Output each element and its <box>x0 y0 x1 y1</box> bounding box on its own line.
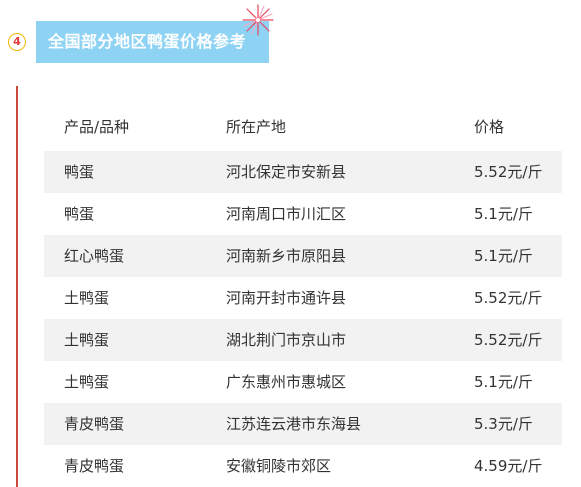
cell-product: 青皮鸭蛋 <box>64 415 125 433</box>
firework-icon <box>242 4 274 36</box>
section-title-box: 全国部分地区鸭蛋价格参考 <box>36 21 269 63</box>
table-row: 青皮鸭蛋 江苏连云港市东海县 5.3元/斤 <box>44 403 562 445</box>
table-header-row: 产品/品种 所在产地 价格 <box>44 107 562 151</box>
section-title: 全国部分地区鸭蛋价格参考 <box>48 32 247 51</box>
table-row: 鸭蛋 河南周口市川汇区 5.1元/斤 <box>44 193 562 235</box>
cell-origin: 湖北荆门市京山市 <box>226 331 347 349</box>
price-table: 产品/品种 所在产地 价格 鸭蛋 河北保定市安新县 5.52元/斤 鸭蛋 河南周… <box>44 107 562 487</box>
cell-price: 5.52元/斤 <box>474 163 543 181</box>
cell-price: 5.3元/斤 <box>474 415 533 433</box>
cell-origin: 河南新乡市原阳县 <box>226 247 347 265</box>
cell-origin: 广东惠州市惠城区 <box>226 373 347 391</box>
header-origin: 所在产地 <box>226 118 287 136</box>
cell-price: 5.52元/斤 <box>474 289 543 307</box>
cell-price: 5.1元/斤 <box>474 247 533 265</box>
cell-product: 鸭蛋 <box>64 205 95 223</box>
cell-origin: 河南周口市川汇区 <box>226 205 347 223</box>
table-row: 红心鸭蛋 河南新乡市原阳县 5.1元/斤 <box>44 235 562 277</box>
cell-product: 土鸭蛋 <box>64 289 110 307</box>
header-price: 价格 <box>474 118 505 136</box>
cell-product: 红心鸭蛋 <box>64 247 125 265</box>
accent-vertical-line <box>16 86 18 487</box>
cell-price: 5.1元/斤 <box>474 205 533 223</box>
table-row: 青皮鸭蛋 安徽铜陵市郊区 4.59元/斤 <box>44 445 562 487</box>
table-row: 土鸭蛋 广东惠州市惠城区 5.1元/斤 <box>44 361 562 403</box>
cell-origin: 江苏连云港市东海县 <box>226 415 362 433</box>
cell-product: 青皮鸭蛋 <box>64 457 125 475</box>
table-row: 鸭蛋 河北保定市安新县 5.52元/斤 <box>44 151 562 193</box>
cell-price: 4.59元/斤 <box>474 457 543 475</box>
header-product: 产品/品种 <box>64 118 130 136</box>
section-number-badge: 4 <box>8 33 26 51</box>
cell-product: 鸭蛋 <box>64 163 95 181</box>
table-row: 土鸭蛋 湖北荆门市京山市 5.52元/斤 <box>44 319 562 361</box>
cell-product: 土鸭蛋 <box>64 331 110 349</box>
cell-price: 5.52元/斤 <box>474 331 543 349</box>
cell-price: 5.1元/斤 <box>474 373 533 391</box>
cell-origin: 安徽铜陵市郊区 <box>226 457 332 475</box>
cell-origin: 河南开封市通许县 <box>226 289 347 307</box>
cell-product: 土鸭蛋 <box>64 373 110 391</box>
section-header: 4 全国部分地区鸭蛋价格参考 <box>0 0 581 70</box>
cell-origin: 河北保定市安新县 <box>226 163 347 181</box>
table-row: 土鸭蛋 河南开封市通许县 5.52元/斤 <box>44 277 562 319</box>
